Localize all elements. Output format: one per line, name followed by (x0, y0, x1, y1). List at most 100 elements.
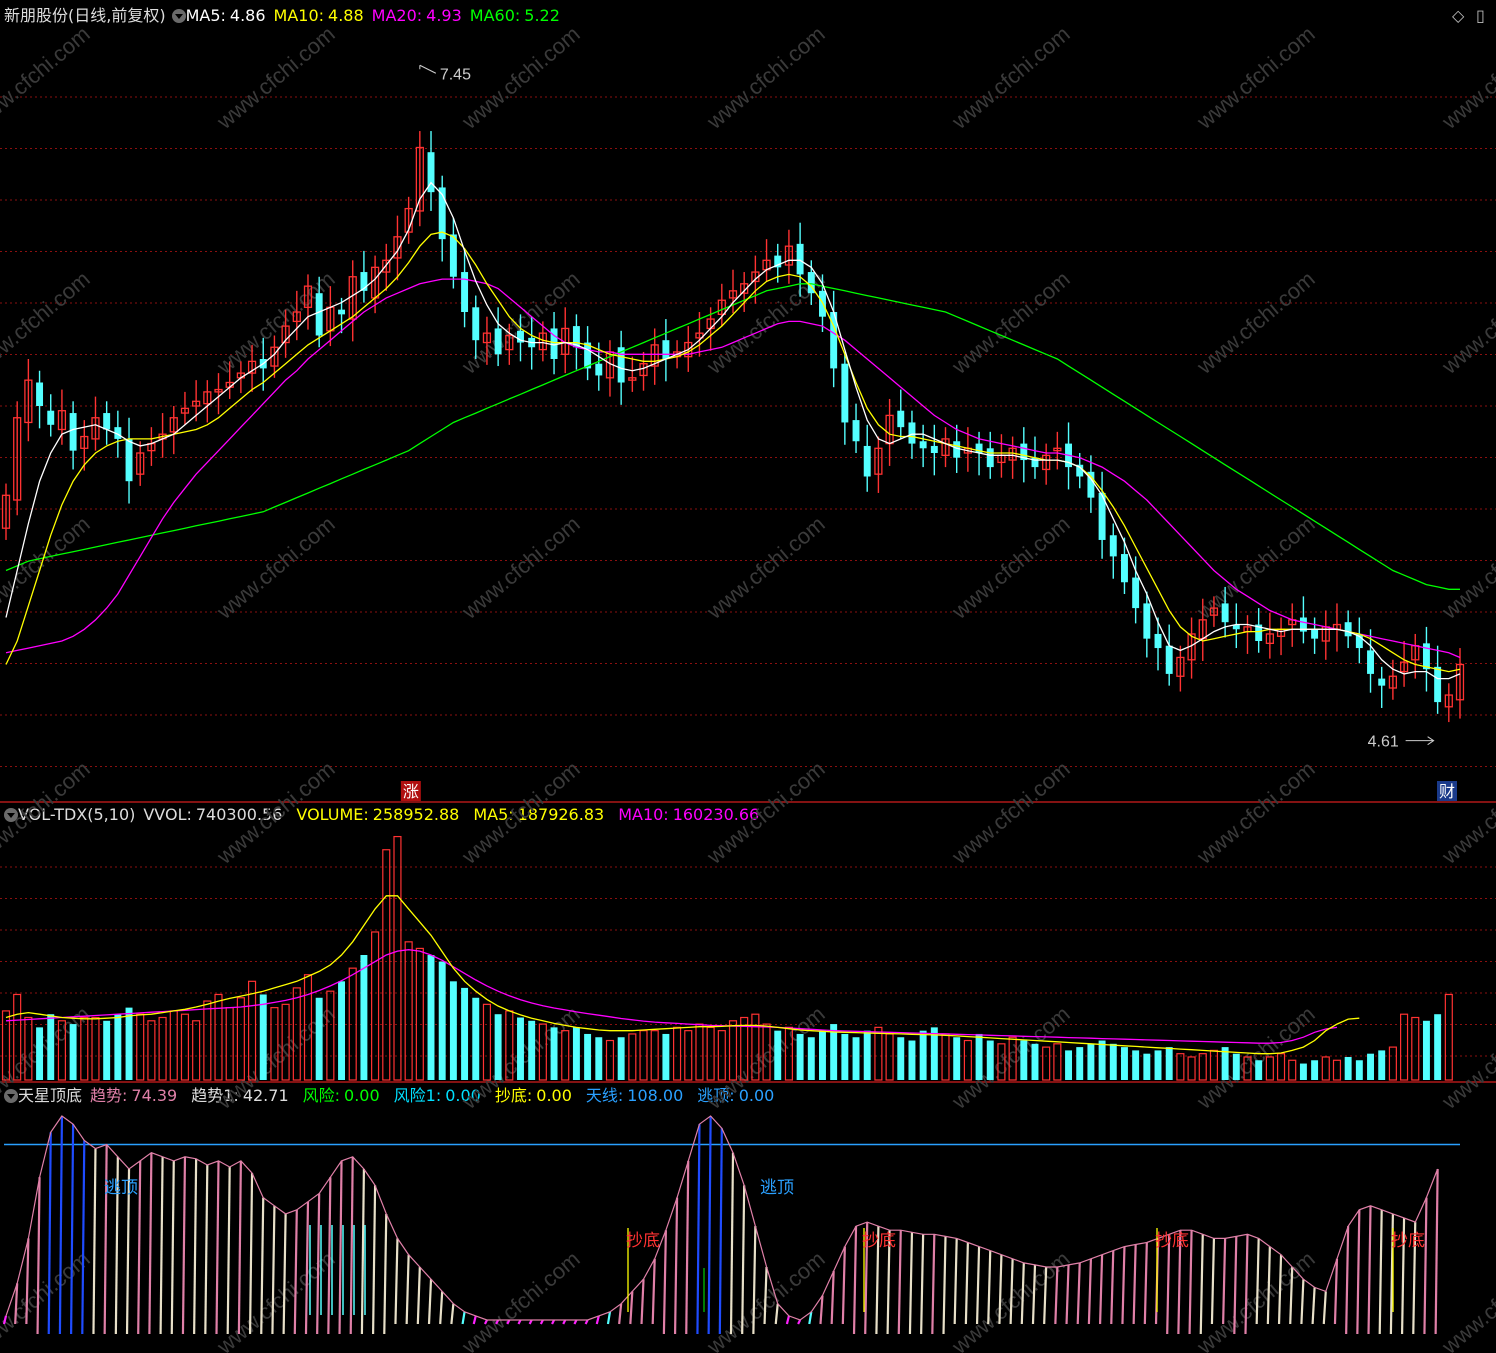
volume-bar (1176, 1053, 1185, 1081)
trend-bar (1423, 1197, 1428, 1335)
volume-bar (203, 1000, 212, 1081)
volume-bar (147, 1020, 156, 1081)
candle-body (986, 448, 994, 468)
trend-bar (1065, 1264, 1070, 1325)
trend-bar (1266, 1246, 1271, 1325)
volume-bar (1434, 1014, 1442, 1080)
trend-bar (920, 1234, 925, 1335)
trend-bar (1311, 1287, 1316, 1325)
watermark-text: www.cfchi.com (0, 1246, 95, 1353)
trend-bar (137, 1160, 142, 1335)
candle-body (1221, 603, 1229, 623)
volume-bar (494, 1014, 502, 1080)
volume-bar (1065, 1050, 1073, 1080)
watermark-text: www.cfchi.com (1436, 756, 1496, 869)
trend-bar (103, 1144, 108, 1335)
trend-bar (1333, 1258, 1339, 1325)
volume-bar (1288, 1059, 1297, 1081)
trend-bar (852, 1226, 858, 1335)
trend-bar (58, 1115, 64, 1335)
candle-body (1120, 554, 1128, 583)
volume-bar (706, 1026, 715, 1081)
volume-bar (1154, 1050, 1162, 1080)
trend-bar (204, 1164, 209, 1335)
trend-bar (942, 1236, 947, 1335)
trend-bar (1098, 1254, 1104, 1325)
volume-bar (1031, 1043, 1039, 1080)
candle-body (449, 234, 457, 277)
volume-ma10-line (5, 949, 1338, 1044)
volume-bar (69, 1024, 77, 1080)
bottom-signal: 抄底 (626, 1231, 660, 1251)
trend-bar (1188, 1230, 1193, 1335)
volume-bar (1198, 1053, 1207, 1081)
trend-bar (606, 1311, 612, 1325)
trend-bar (70, 1124, 75, 1335)
watermark-text: www.cfchi.com (1436, 266, 1496, 379)
volume-bar (1098, 1040, 1106, 1080)
volume-bar (326, 990, 335, 1081)
volume-bar (371, 931, 380, 1081)
trend-bar (181, 1156, 187, 1335)
volume-bar (472, 997, 480, 1080)
volume-bar (103, 1020, 111, 1080)
trend-bar (1345, 1226, 1350, 1335)
trend-bar (1199, 1234, 1204, 1335)
volume-bar (360, 955, 368, 1080)
bottom-signal: 抄底 (1391, 1231, 1425, 1251)
trend-bar (1210, 1238, 1216, 1325)
volume-bar (1299, 1063, 1307, 1080)
chart-canvas[interactable]: www.cfchi.com www.cfchi.com www.cfchi.com w… (0, 0, 1496, 1353)
volume-bar (338, 981, 346, 1080)
volume-bar (382, 849, 391, 1081)
volume-bar (897, 1037, 905, 1080)
watermark-text: www.cfchi.com (946, 511, 1074, 624)
trend-bar (908, 1232, 914, 1335)
volume-bar (796, 1033, 804, 1080)
trend-bar (618, 1303, 623, 1325)
trend-bar (662, 1230, 667, 1335)
watermark-text: www.cfchi.com (1191, 1246, 1319, 1353)
trend-bar (651, 1258, 656, 1325)
volume-bar (717, 1030, 726, 1081)
candle-body (1165, 645, 1173, 674)
candle-body (472, 307, 480, 341)
candle-body (1132, 577, 1140, 609)
trend-bar (1277, 1254, 1283, 1325)
trend-bar (472, 1315, 477, 1325)
low-arrow (1405, 736, 1435, 746)
volume-bar (1187, 1056, 1196, 1081)
watermark-text: www.cfchi.com (701, 756, 829, 869)
volume-ma5-line (5, 895, 1360, 1055)
volume-bar (393, 835, 402, 1081)
volume-bar (874, 1026, 883, 1081)
watermark-text: www.cfchi.com (946, 21, 1074, 134)
trend-bar (383, 1213, 388, 1335)
bottom-signal: 抄底 (862, 1231, 896, 1251)
trend-bar (696, 1124, 701, 1335)
volume-bar (774, 1030, 782, 1080)
escape-signal: 逃顶 (104, 1178, 138, 1198)
candle-body (69, 413, 77, 451)
trend-bar (964, 1242, 969, 1325)
trend-bar (1121, 1246, 1126, 1325)
watermark-text: www.cfchi.com (1436, 511, 1496, 624)
volume-bar (1042, 1046, 1051, 1081)
trend-bar (327, 1177, 332, 1335)
volume-bar (461, 987, 469, 1080)
candle-body (36, 382, 44, 406)
volume-bar (1255, 1060, 1263, 1080)
candle-body (315, 293, 323, 336)
trend-bar (237, 1160, 242, 1335)
trend-bar (226, 1166, 231, 1335)
watermark-text: www.cfchi.com (456, 21, 584, 134)
trend-bar (450, 1303, 455, 1325)
volume-bar (572, 1027, 580, 1080)
volume-bar (169, 1010, 178, 1081)
trend-bar (897, 1230, 902, 1335)
candle-body (461, 272, 469, 312)
volume-bar (819, 1030, 826, 1080)
low-label: 4.61 (1368, 734, 1399, 751)
trend-bar (92, 1148, 97, 1335)
volume-bar (841, 1033, 849, 1080)
